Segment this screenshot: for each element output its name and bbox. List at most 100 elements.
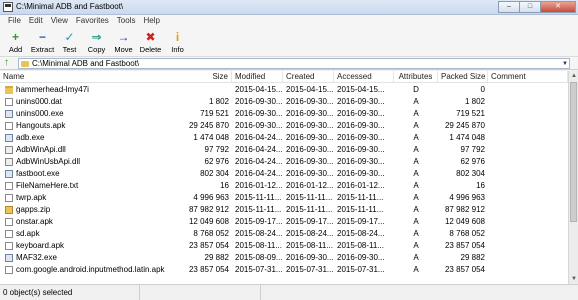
file-created: 2016-09-30... [286,97,334,106]
file-created: 2016-09-30... [286,253,334,262]
column-header-packed-size[interactable]: Packed Size [438,71,488,83]
folder-up-icon[interactable]: ↑ [4,58,14,68]
file-packed: 0 [480,85,485,94]
file-attr: A [413,157,419,166]
file-name: unins000.exe [16,109,64,118]
table-row[interactable]: com.google.android.inputmethod.latin.apk… [0,264,568,276]
file-accessed: 2015-11-11... [337,193,384,202]
column-header-comment[interactable]: Comment [488,71,568,83]
file-packed: 719 521 [456,109,485,118]
extract-button[interactable]: − Extract [29,27,56,57]
file-attr: A [413,181,419,190]
table-row[interactable]: adb.exe 1 474 048 2016-04-24... 2016-09-30.… [0,132,568,144]
info-button[interactable]: i Info [164,27,191,57]
table-row[interactable]: keyboard.apk 23 857 054 2015-08-11... 2015-… [0,240,568,252]
menu-file[interactable]: File [4,15,25,27]
scroll-up-icon[interactable]: ▲ [569,71,578,81]
file-name: Hangouts.apk [16,121,66,130]
folder-icon [21,61,29,67]
chevron-down-icon[interactable]: ▼ [562,59,568,69]
extract-icon: − [38,30,46,44]
column-header-created[interactable]: Created [283,71,334,83]
file-packed: 87 982 912 [444,205,485,214]
move-button[interactable]: → Move [110,27,137,57]
file-accessed: 2016-09-30... [337,157,385,166]
minimize-button[interactable]: – [498,1,520,13]
file-created: 2016-01-12... [286,181,334,190]
test-button[interactable]: ✓ Test [56,27,83,57]
menu-favorites[interactable]: Favorites [72,15,113,27]
file-list: Name Size Modified Created Accessed Attr… [0,71,568,284]
file-modified: 2015-11-11... [235,193,282,202]
column-header-accessed[interactable]: Accessed [334,71,394,83]
file-modified: 2016-09-30... [235,109,283,118]
file-attr: A [413,121,419,130]
file-accessed: 2016-09-30... [337,97,385,106]
menu-view[interactable]: View [47,15,72,27]
add-button[interactable]: + Add [2,27,29,57]
column-header-attributes[interactable]: Attributes [394,71,438,83]
file-name: FileNameHere.txt [16,181,79,190]
file-modified: 2015-09-17... [235,217,283,226]
menu-edit[interactable]: Edit [25,15,47,27]
exe-file-icon [5,170,13,178]
table-row[interactable]: unins000.exe 719 521 2016-09-30... 2016-09-… [0,108,568,120]
file-packed: 802 304 [456,169,485,178]
menu-help[interactable]: Help [139,15,163,27]
file-name: hammerhead-lmy47i [16,85,89,94]
vertical-scrollbar[interactable]: ▲ ▼ [568,71,578,284]
copy-button[interactable]: ⇒ Copy [83,27,110,57]
menu-tools[interactable]: Tools [113,15,140,27]
file-attr: D [413,85,419,94]
status-panel [141,285,261,300]
file-attr: A [413,97,419,106]
file-packed: 29 245 870 [444,121,485,130]
table-row[interactable]: AdbWinApi.dll 97 792 2016-04-24... 2016-09-… [0,144,568,156]
table-row[interactable]: onstar.apk 12 049 608 2015-09-17... 2015-09… [0,216,568,228]
exe-file-icon [5,110,13,118]
table-row[interactable]: AdbWinUsbApi.dll 62 976 2016-04-24... 2016-… [0,156,568,168]
address-bar: ↑ C:\Minimal ADB and Fastboot\ ▼ [0,57,578,70]
file-name: onstar.apk [16,217,53,226]
table-row[interactable]: FileNameHere.txt 16 2016-01-12... 2016-01-1… [0,180,568,192]
column-header-modified[interactable]: Modified [232,71,283,83]
toolbar-label: Copy [87,45,106,54]
table-row[interactable]: sd.apk 8 768 052 2015-08-24... 2015-08-24..… [0,228,568,240]
file-attr: A [413,205,419,214]
file-icon [5,242,13,250]
dll-file-icon [5,158,13,166]
file-attr: A [413,145,419,154]
maximize-button[interactable]: □ [519,1,541,13]
table-row[interactable]: MAF32.exe 29 882 2015-08-09... 2016-09-30..… [0,252,568,264]
file-size: 719 521 [200,109,229,118]
menu-bar: File Edit View Favorites Tools Help [0,15,578,27]
toolbar-label: Extract [30,45,55,54]
app-icon [3,2,13,12]
file-accessed: 2015-04-15... [337,85,385,94]
file-size: 23 857 054 [188,241,229,250]
delete-button[interactable]: ✖ Delete [137,27,164,57]
table-row[interactable]: unins000.dat 1 802 2016-09-30... 2016-09-30… [0,96,568,108]
file-name: AdbWinUsbApi.dll [16,157,81,166]
file-attr: A [413,253,419,262]
table-row[interactable]: twrp.apk 4 996 963 2015-11-11... 2015-11-11… [0,192,568,204]
table-row[interactable]: hammerhead-lmy47i 2015-04-15... 2015-04-15… [0,84,568,96]
file-packed: 29 882 [460,253,485,262]
file-size: 4 996 963 [193,193,229,202]
file-size: 12 049 608 [188,217,229,226]
file-packed: 1 474 048 [449,133,485,142]
scroll-thumb[interactable] [570,82,577,222]
close-button[interactable]: ✕ [540,1,576,13]
address-field[interactable]: C:\Minimal ADB and Fastboot\ ▼ [18,58,570,69]
table-row[interactable]: fastboot.exe 802 304 2016-04-24... 2016-09-… [0,168,568,180]
file-created: 2016-09-30... [286,109,334,118]
toolbar-label: Delete [139,45,162,54]
file-packed: 1 802 [464,97,485,106]
scroll-down-icon[interactable]: ▼ [569,274,578,284]
table-row[interactable]: Hangouts.apk 29 245 870 2016-09-30... 2016-… [0,120,568,132]
file-icon [5,194,13,202]
zip-file-icon [5,206,13,214]
table-row[interactable]: gapps.zip 87 982 912 2015-11-11... 2015-11-… [0,204,568,216]
info-icon: i [175,30,180,44]
column-header-size[interactable]: Size [174,71,232,83]
